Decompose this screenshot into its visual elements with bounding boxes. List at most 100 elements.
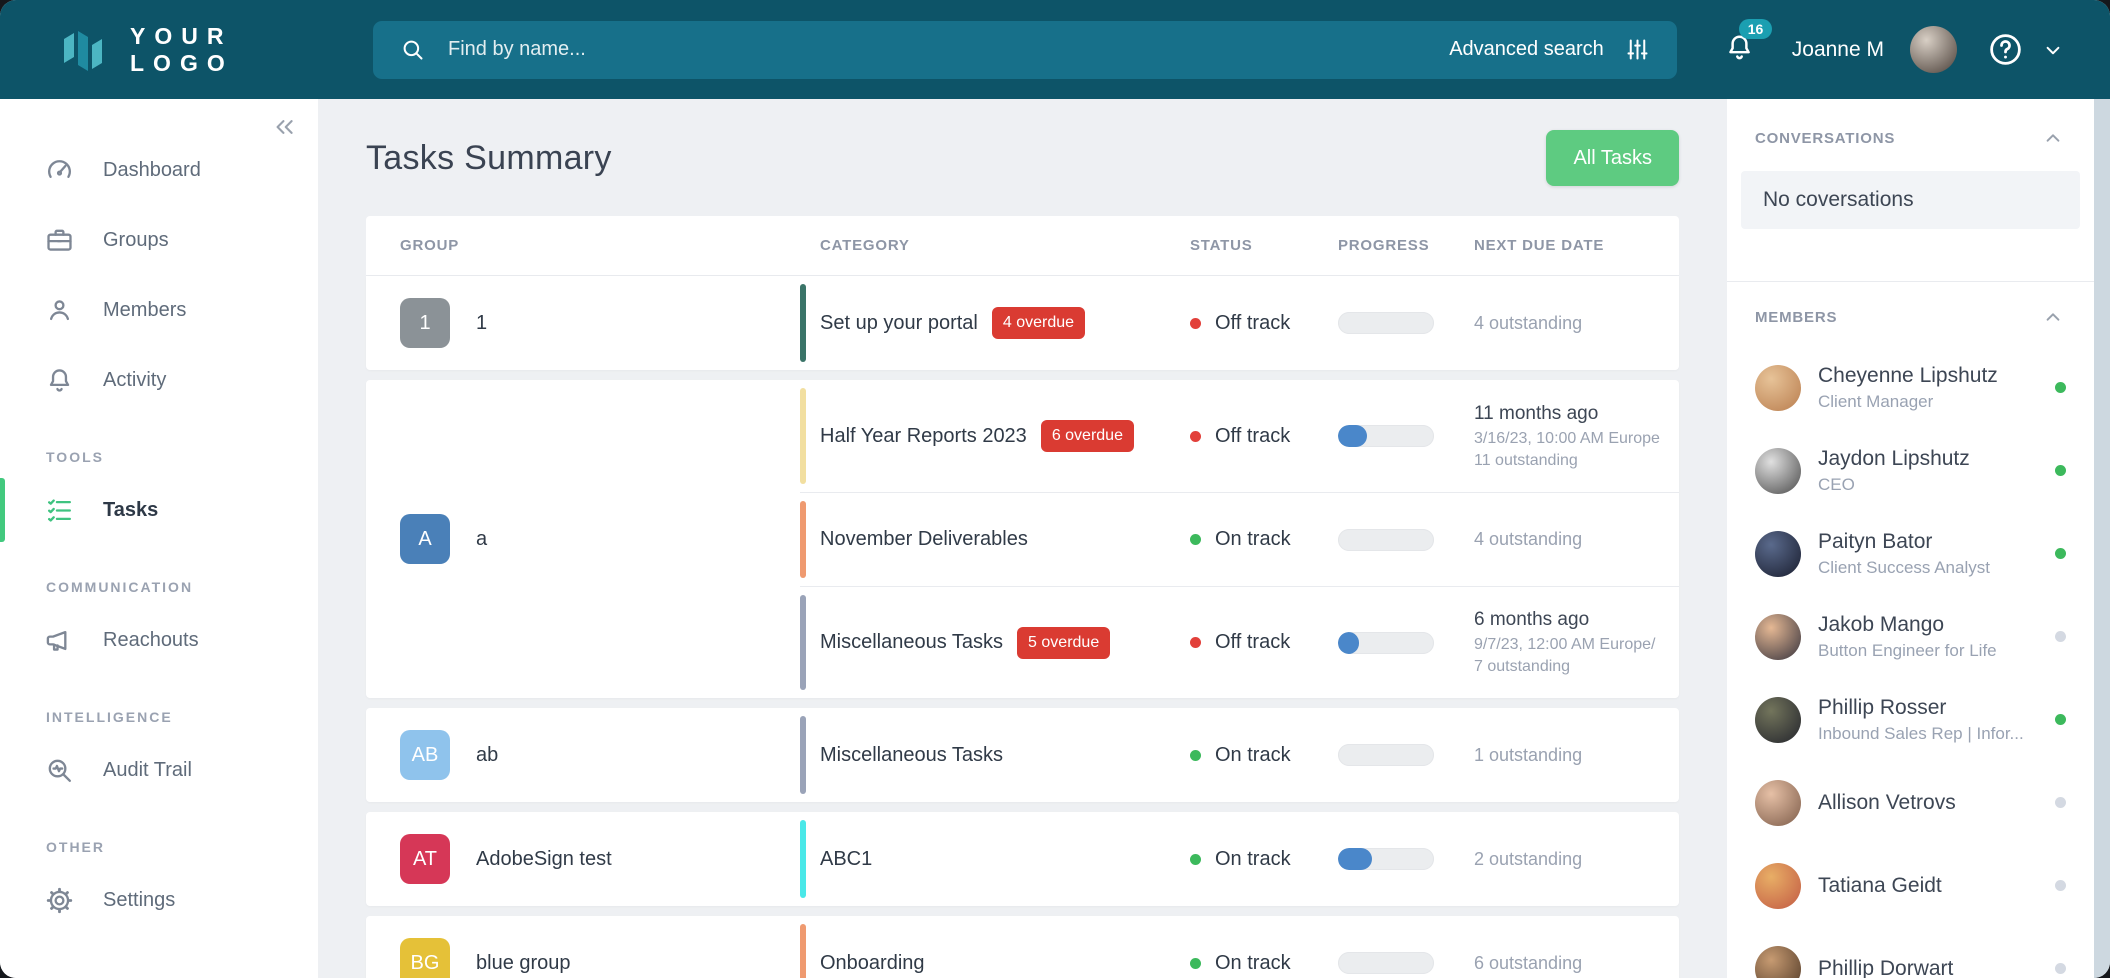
group-name: ab: [476, 744, 498, 767]
progress-bar: [1338, 632, 1434, 654]
task-row[interactable]: November DeliverablesOn track4 outstandi…: [800, 492, 1679, 586]
status-dot-icon: [1190, 431, 1201, 442]
member-avatar: [1755, 448, 1801, 494]
member-text: Jaydon LipshutzCEO: [1818, 447, 1970, 495]
advanced-search-button[interactable]: Advanced search: [1449, 38, 1604, 61]
search-input[interactable]: [446, 37, 1449, 62]
task-row[interactable]: Miscellaneous TasksOn track1 outstanding: [800, 708, 1679, 802]
content-header: Tasks Summary All Tasks: [366, 129, 1679, 187]
member-text: Cheyenne LipshutzClient Manager: [1818, 364, 1998, 412]
status-dot-icon: [1190, 750, 1201, 761]
sidebar-item-reachouts[interactable]: Reachouts: [0, 605, 318, 675]
conversations-title: CONVERSATIONS: [1755, 130, 1895, 147]
due-date-detail: 3/16/23, 10:00 AM Europe: [1474, 430, 1679, 448]
notifications-button[interactable]: 16: [1723, 31, 1756, 69]
member-item-allison-vetrovs[interactable]: Allison Vetrovs: [1741, 761, 2080, 844]
no-conversations-box: No coversations: [1741, 171, 2080, 229]
presence-dot-icon: [2055, 382, 2066, 393]
vertical-scrollbar[interactable]: [2094, 99, 2110, 978]
member-name: Jakob Mango: [1818, 613, 1997, 637]
sidebar-item-activity[interactable]: Activity: [0, 345, 318, 415]
task-row[interactable]: OnboardingOn track6 outstanding: [800, 916, 1679, 978]
category-cell: Onboarding: [800, 916, 1170, 978]
group-name: a: [476, 528, 487, 551]
audit-trail-icon: [44, 755, 75, 786]
sidebar-item-label: Tasks: [103, 499, 158, 522]
category-label: Onboarding: [820, 952, 925, 975]
group-avatar: A: [400, 514, 450, 564]
member-item-cheyenne-lipshutz[interactable]: Cheyenne LipshutzClient Manager: [1741, 346, 2080, 429]
task-group-card: ATAdobeSign testABC1On track2 outstandin…: [366, 812, 1679, 906]
reachouts-icon: [44, 625, 75, 656]
sidebar-item-tasks[interactable]: Tasks: [0, 475, 318, 545]
sidebar-item-members[interactable]: Members: [0, 275, 318, 345]
member-avatar: [1755, 614, 1801, 660]
member-avatar: [1755, 863, 1801, 909]
presence-dot-icon: [2055, 963, 2066, 974]
category-cell: ABC1: [800, 812, 1170, 906]
logo[interactable]: YOUR LOGO: [58, 23, 373, 77]
members-icon: [44, 295, 75, 326]
member-item-phillip-dorwart[interactable]: Phillip Dorwart: [1741, 927, 2080, 978]
due-date-cell: 6 months ago9/7/23, 12:00 AM Europe/7 ou…: [1454, 609, 1679, 676]
progress-bar: [1338, 312, 1434, 334]
status-dot-icon: [1190, 318, 1201, 329]
column-header-next-due-date: NEXT DUE DATE: [1454, 237, 1679, 254]
task-row[interactable]: ABC1On track 2 outstanding: [800, 812, 1679, 906]
member-name: Jaydon Lipshutz: [1818, 447, 1970, 471]
member-item-paityn-bator[interactable]: Paityn BatorClient Success Analyst: [1741, 512, 2080, 595]
group-name: AdobeSign test: [476, 848, 612, 871]
status-label: Off track: [1215, 631, 1290, 654]
sidebar-item-settings[interactable]: Settings: [0, 865, 318, 935]
outstanding-count: 7 outstanding: [1474, 658, 1679, 676]
presence-dot-icon: [2055, 548, 2066, 559]
member-name: Tatiana Geidt: [1818, 874, 1942, 898]
member-item-jaydon-lipshutz[interactable]: Jaydon LipshutzCEO: [1741, 429, 2080, 512]
help-icon[interactable]: [1987, 31, 2024, 68]
user-avatar[interactable]: [1910, 26, 1957, 73]
section-label-tools: TOOLS: [46, 449, 318, 465]
overdue-badge: 4 overdue: [992, 307, 1085, 339]
main-content: Tasks Summary All Tasks GROUPCATEGORYSTA…: [318, 99, 1727, 978]
progress-cell: [1318, 952, 1454, 974]
sidebar-item-label: Activity: [103, 369, 166, 392]
no-conversations-text: No coversations: [1763, 188, 1914, 212]
member-item-phillip-rosser[interactable]: Phillip RosserInbound Sales Rep | Infor.…: [1741, 678, 2080, 761]
column-header-category: CATEGORY: [800, 237, 1170, 254]
task-group-card: BG blue group OnboardingOn track6 outstand…: [366, 916, 1679, 978]
sidebar-item-label: Reachouts: [103, 629, 199, 652]
all-tasks-button[interactable]: All Tasks: [1546, 130, 1679, 186]
member-name: Phillip Dorwart: [1818, 957, 1953, 978]
sidebar-item-dashboard[interactable]: Dashboard: [0, 135, 318, 205]
chevron-up-icon[interactable]: [2040, 304, 2066, 330]
outstanding-count: 2 outstanding: [1474, 849, 1679, 870]
sidebar-item-groups[interactable]: Groups: [0, 205, 318, 275]
member-item-tatiana-geidt[interactable]: Tatiana Geidt: [1741, 844, 2080, 927]
presence-dot-icon: [2055, 797, 2066, 808]
chevron-down-icon[interactable]: [2040, 37, 2066, 63]
status-cell: On track: [1170, 848, 1318, 871]
progress-bar: [1338, 529, 1434, 551]
sidebar-item-audit-trail[interactable]: Audit Trail: [0, 735, 318, 805]
member-avatar: [1755, 697, 1801, 743]
outstanding-count: 6 outstanding: [1474, 953, 1679, 974]
top-header: YOUR LOGO Advanced search 16 Joanne M: [0, 0, 2110, 99]
group-name: blue group: [476, 952, 571, 975]
task-group-card: AB ab Miscellaneous TasksOn track1 outstan…: [366, 708, 1679, 802]
member-item-jakob-mango[interactable]: Jakob MangoButton Engineer for Life: [1741, 595, 2080, 678]
sidebar-item-label: Audit Trail: [103, 759, 192, 782]
member-name: Phillip Rosser: [1818, 696, 2024, 720]
group-avatar: AB: [400, 730, 450, 780]
chevron-up-icon[interactable]: [2040, 125, 2066, 151]
members-header: MEMBERS: [1741, 304, 2080, 330]
member-role: Client Manager: [1818, 392, 1998, 412]
group-avatar: BG: [400, 938, 450, 978]
overdue-badge: 5 overdue: [1017, 627, 1110, 659]
category-rows: OnboardingOn track6 outstanding: [800, 916, 1679, 978]
task-row[interactable]: Miscellaneous Tasks5 overdueOff track6 m…: [800, 586, 1679, 698]
sliders-icon[interactable]: [1624, 36, 1651, 63]
search-bar[interactable]: Advanced search: [373, 21, 1677, 79]
due-date-detail: 9/7/23, 12:00 AM Europe/: [1474, 636, 1679, 654]
task-row[interactable]: Set up your portal4 overdueOff track4 ou…: [800, 276, 1679, 370]
task-row[interactable]: Half Year Reports 20236 overdueOff track…: [800, 380, 1679, 492]
